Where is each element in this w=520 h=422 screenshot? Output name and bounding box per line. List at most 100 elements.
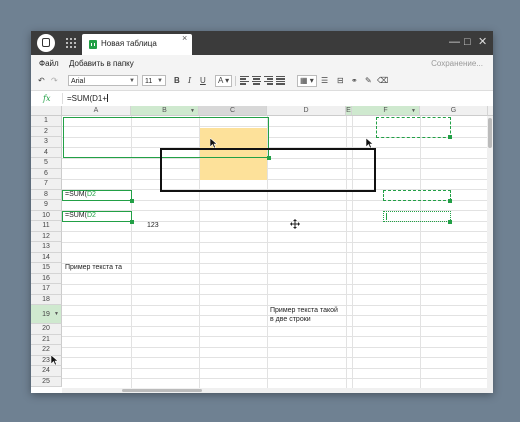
select-all-corner[interactable] [31,106,62,116]
scroll-thumb[interactable] [488,118,492,148]
row-header-label: 2 [44,127,48,135]
menu-file[interactable]: Файл [39,59,59,68]
chevron-down-icon[interactable]: ▼ [411,106,416,116]
row-header-20[interactable]: 20 [31,324,62,335]
bold-button[interactable]: B [174,75,180,87]
row-header-13[interactable]: 13 [31,242,62,253]
row-header-12[interactable]: 12 [31,231,62,242]
row-header-6[interactable]: 6 [31,168,62,179]
text-cursor [107,94,109,102]
format-painter-icon[interactable]: ✎ [365,75,372,87]
chevron-down-icon: ▼ [157,78,163,84]
link-icon[interactable]: ⚭ [351,75,358,87]
cell-b11[interactable]: 123 [147,222,159,229]
font-family-select[interactable]: Arial ▼ [68,75,138,86]
row-header-14[interactable]: 14 [31,252,62,263]
column-header-h[interactable]: H [488,106,493,116]
undo-icon[interactable]: ↶ [38,75,45,87]
row-header-3[interactable]: 3 [31,137,62,148]
fill-handle[interactable] [448,220,452,224]
row-header-22[interactable]: 22 [31,345,62,356]
fill-handle[interactable] [448,135,452,139]
clear-format-icon[interactable]: ⌫ [377,75,388,87]
formula-bar: fx =SUM(D1+ [31,91,493,107]
tab-close-icon[interactable]: × [182,33,187,43]
row-header-8[interactable]: 8 [31,189,62,200]
row-header-9[interactable]: 9 [31,200,62,211]
save-status: Сохранение... [431,59,483,68]
row-header-label: 19 [42,311,50,318]
redo-icon[interactable]: ↷ [51,75,58,87]
mouse-pointer-icon [51,355,59,365]
row-header-24[interactable]: 24 [31,366,62,377]
row-header-17[interactable]: 17 [31,284,62,295]
document-tab[interactable]: Новая таблица × [82,33,192,55]
row-header-19[interactable]: 19 ▼ [31,305,62,324]
maximize-button[interactable]: □ [464,36,471,48]
merge-cells-icon[interactable]: ⊟ [337,75,344,87]
align-center-icon[interactable] [252,76,261,85]
column-header-f[interactable]: F ▼ [352,106,420,116]
chevron-down-icon[interactable]: ▼ [190,106,195,116]
align-right-icon[interactable] [264,76,273,85]
cell-a10[interactable]: =SUM(D2 [65,212,96,219]
column-header-b[interactable]: B ▼ [131,106,199,116]
row-header-18[interactable]: 18 [31,294,62,305]
toolbar: ↶ ↷ Arial ▼ 11 ▼ B I U A ▾ ▦ ▾ ☰ ⊟ ⚭ ✎ ⌫ [31,72,493,91]
row-header-15[interactable]: 15 [31,263,62,274]
column-header-g[interactable]: G [420,106,488,116]
align-left-icon[interactable] [240,76,249,85]
menu-add-to-folder[interactable]: Добавить в папку [69,59,134,68]
cells-area[interactable]: =SUM(D2 =SUM(D2 123 Пример текста та При… [62,116,493,393]
row-header-2[interactable]: 2 [31,126,62,137]
column-header-d[interactable]: D [267,106,346,116]
row-header-7[interactable]: 7 [31,179,62,190]
row-header-label: 1 [44,117,48,124]
close-button[interactable]: ✕ [478,36,487,48]
formula-input[interactable]: =SUM(D1+ [67,94,109,103]
text-color-label: A [218,76,223,85]
row-header-16[interactable]: 16 [31,273,62,284]
row-header-1[interactable]: 1 [31,116,62,127]
cell-a15[interactable]: Пример текста та [65,264,122,271]
horizontal-scrollbar[interactable] [62,388,487,393]
apps-grid-icon[interactable] [66,38,76,48]
spreadsheet-grid[interactable]: A B ▼ C D E F ▼ G H 12345678910111213141… [31,106,493,393]
fill-handle[interactable] [130,199,134,203]
row-header-label: 12 [42,232,50,240]
align-justify-icon[interactable] [276,76,285,85]
chevron-down-icon[interactable]: ▼ [54,305,59,324]
toolbar-divider [235,76,236,86]
wrap-text-icon[interactable]: ☰ [321,75,328,87]
cell-a8-formula: =SUM( [65,191,87,198]
row-header-label: 3 [44,138,48,145]
column-header-c[interactable]: C [199,106,267,116]
cell-a8[interactable]: =SUM(D2 [65,191,96,198]
cell-d19-line2[interactable]: в две строки [270,316,311,323]
minimize-button[interactable]: — [449,36,460,48]
grid-line [62,346,493,348]
cell-d19-line1[interactable]: Пример текста такой [270,307,338,314]
grid-line [62,273,493,274]
moving-range-outline[interactable] [160,148,376,192]
row-header-label: 10 [42,211,50,219]
row-header-21[interactable]: 21 [31,334,62,345]
grid-line [62,304,493,306]
fill-handle[interactable] [130,220,134,224]
row-header-4[interactable]: 4 [31,147,62,158]
row-header-5[interactable]: 5 [31,158,62,169]
text-color-button[interactable]: A ▾ [215,75,233,87]
row-header-11[interactable]: 11 [31,221,62,232]
row-header-label: 16 [42,274,50,282]
vertical-scrollbar[interactable] [487,116,493,393]
row-header-25[interactable]: 25 [31,376,62,387]
row-header-10[interactable]: 10 [31,210,62,221]
underline-button[interactable]: U [200,75,206,87]
fill-handle[interactable] [448,199,452,203]
font-size-select[interactable]: 11 ▼ [142,75,166,86]
app-menu-button[interactable] [37,34,55,52]
italic-button[interactable]: I [188,75,191,87]
scroll-thumb[interactable] [122,389,202,392]
column-header-a[interactable]: A [62,106,131,116]
borders-icon[interactable]: ▦ ▾ [297,75,317,87]
